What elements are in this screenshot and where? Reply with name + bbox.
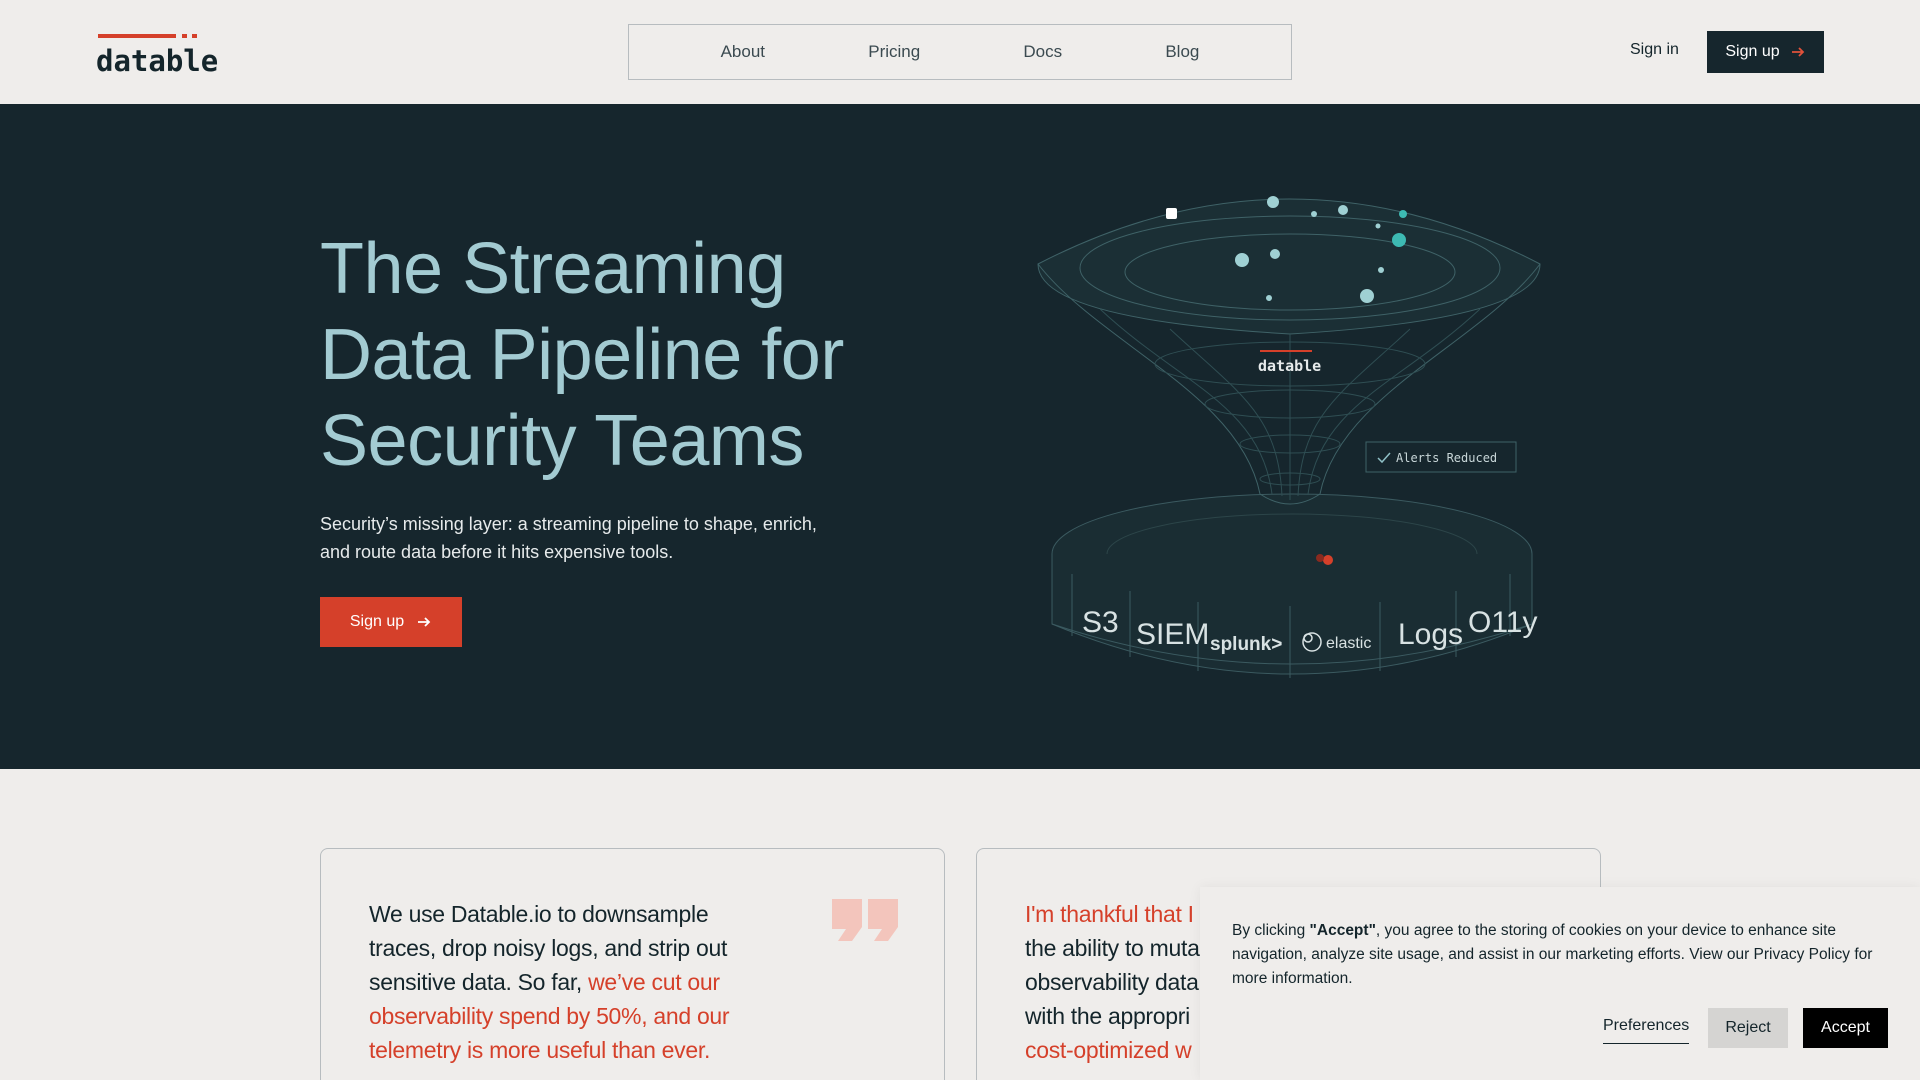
- signin-link[interactable]: Sign in: [1630, 41, 1679, 59]
- dest-o11y: O11y: [1468, 606, 1537, 639]
- testimonial-card: We use Datable.io to downsample traces, …: [320, 848, 945, 1080]
- logo-text: datable: [96, 44, 219, 78]
- testimonial-quote: We use Datable.io to downsample traces, …: [369, 897, 769, 1067]
- nav-docs[interactable]: Docs: [1023, 42, 1062, 62]
- hero-section: The Streaming Data Pipeline for Security…: [0, 104, 1920, 769]
- center-logo-text: datable: [1258, 357, 1321, 375]
- dest-s3: S3: [1082, 606, 1119, 639]
- signup-button-label: Sign up: [1725, 43, 1780, 60]
- accept-button[interactable]: Accept: [1803, 1008, 1888, 1048]
- cookie-text: By clicking "Accept", you agree to the s…: [1232, 919, 1892, 991]
- reject-button[interactable]: Reject: [1708, 1008, 1788, 1048]
- logo-dot: [182, 34, 187, 38]
- signup-button[interactable]: Sign up: [1707, 31, 1824, 73]
- center-logo-bar: [1260, 350, 1312, 352]
- hero-signup-label: Sign up: [349, 613, 405, 630]
- nav-about[interactable]: About: [721, 42, 765, 62]
- dest-siem: SIEM: [1136, 618, 1209, 651]
- dest-logs: Logs: [1398, 618, 1463, 651]
- cookie-banner: By clicking "Accept", you agree to the s…: [1200, 887, 1920, 1080]
- hero-subtitle: Security’s missing layer: a streaming pi…: [320, 514, 817, 562]
- testimonial-highlight: cost-optimized w: [1025, 1037, 1192, 1063]
- arrow-right-icon: [1791, 47, 1804, 57]
- testimonial-text: the ability to muta: [1025, 935, 1200, 961]
- alerts-reduced-label: Alerts Reduced: [1396, 451, 1497, 465]
- funnel-illustration: S3 SIEM splunk> elastic Logs O11y databl…: [1037, 196, 1541, 678]
- preferences-link[interactable]: Preferences: [1603, 1017, 1690, 1044]
- datable-logo[interactable]: datable: [96, 34, 218, 78]
- logo-dot: [192, 34, 197, 38]
- main-nav: About Pricing Docs Blog: [628, 24, 1292, 80]
- cookie-text-accept: "Accept": [1309, 922, 1376, 939]
- arrow-right-icon: [418, 617, 431, 627]
- hero-signup-button[interactable]: Sign up: [320, 597, 462, 647]
- testimonial-highlight: I'm thankful that I: [1025, 901, 1194, 927]
- logo-bar: [98, 34, 176, 38]
- alerts-reduced-badge: Alerts Reduced: [1365, 441, 1517, 473]
- cookie-text-part: By clicking: [1232, 922, 1310, 939]
- testimonial-text: observability data: [1025, 969, 1199, 995]
- hero-title: The Streaming Data Pipeline for Security…: [320, 229, 844, 481]
- site-header: datable About Pricing Docs Blog Sign in …: [0, 0, 1920, 104]
- quote-mark-icon: [832, 899, 898, 941]
- nav-blog[interactable]: Blog: [1165, 42, 1199, 62]
- dest-elastic: elastic: [1326, 635, 1371, 652]
- nav-pricing[interactable]: Pricing: [868, 42, 920, 62]
- testimonial-text: with the appropri: [1025, 1003, 1190, 1029]
- dest-splunk: splunk>: [1210, 634, 1282, 655]
